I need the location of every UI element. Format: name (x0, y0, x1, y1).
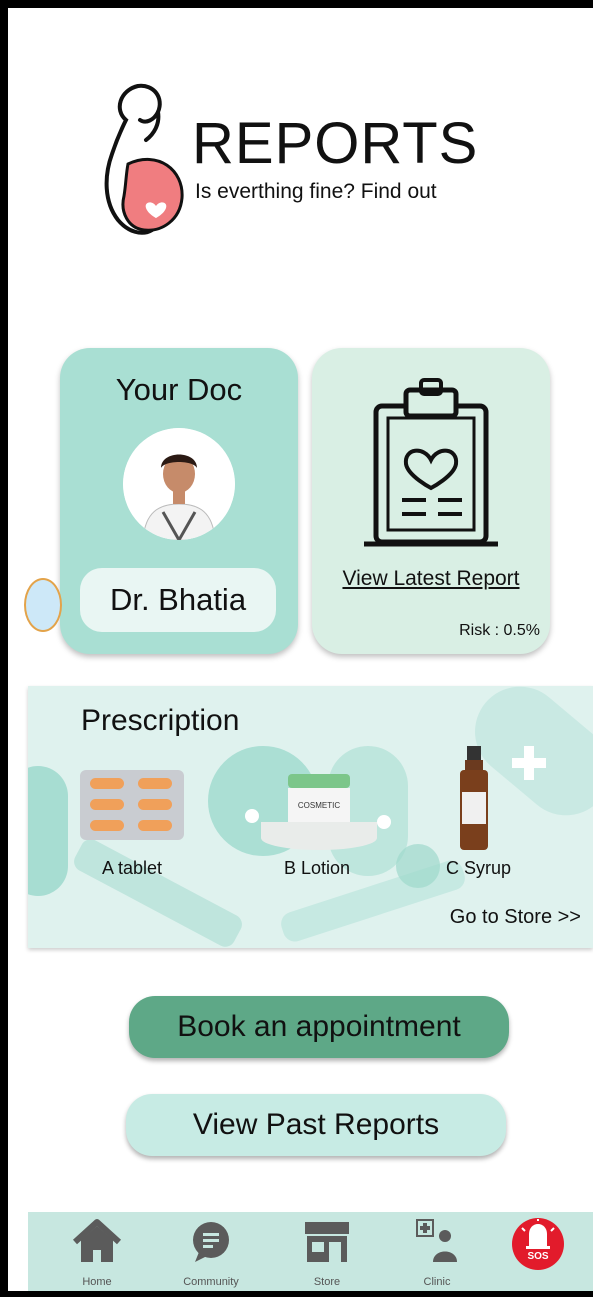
prescription-heading: Prescription (81, 704, 240, 737)
assistant-avatar-icon[interactable] (24, 578, 62, 632)
tablet-strip-image[interactable] (80, 770, 184, 840)
view-past-reports-button[interactable]: View Past Reports (126, 1094, 506, 1156)
nav-store[interactable]: Store (282, 1218, 372, 1288)
go-to-store-link[interactable]: Go to Store >> (450, 906, 581, 929)
your-doc-label: Your Doc (115, 372, 243, 407)
doctor-avatar (123, 428, 235, 540)
home-icon (72, 1219, 122, 1262)
syrup-bottle-image[interactable] (454, 746, 494, 852)
view-latest-report-link[interactable]: View Latest Report (312, 567, 550, 591)
lotion-brand-text: COSMETIC (298, 801, 340, 810)
nav-community[interactable]: Community (166, 1218, 256, 1288)
nav-clinic-label: Clinic (423, 1276, 451, 1288)
pregnant-woman-logo-icon (104, 83, 184, 235)
page-title: REPORTS (192, 111, 479, 176)
page-subtitle: Is everthing fine? Find out (195, 180, 437, 203)
item-label-tablet: A tablet (102, 858, 163, 878)
item-label-syrup: C Syrup (446, 858, 512, 878)
doctor-name: Dr. Bhatia (80, 568, 276, 632)
your-doc-card[interactable]: Your Doc Dr. Bhatia (60, 348, 298, 654)
store-icon (305, 1222, 349, 1262)
lotion-jar-image[interactable]: COSMETIC (244, 766, 394, 852)
sos-button[interactable]: SOS (512, 1218, 564, 1270)
nav-clinic[interactable]: Clinic (392, 1218, 482, 1288)
clinic-icon (416, 1219, 457, 1262)
chat-icon (193, 1222, 229, 1262)
nav-community-label: Community (183, 1276, 239, 1288)
sos-label: SOS (527, 1251, 549, 1262)
latest-report-card[interactable]: View Latest Report Risk : 0.5% (312, 348, 550, 654)
bottom-navigation: Home Community Store Clinic SOS (28, 1212, 593, 1291)
book-appointment-button[interactable]: Book an appointment (129, 996, 509, 1058)
risk-value: Risk : 0.5% (459, 622, 540, 639)
clipboard-report-icon (364, 378, 498, 547)
item-label-lotion: B Lotion (284, 858, 351, 878)
nav-home[interactable]: Home (52, 1218, 142, 1288)
nav-home-label: Home (82, 1276, 112, 1288)
alarm-bell-icon (521, 1219, 555, 1249)
nav-store-label: Store (313, 1276, 341, 1288)
prescription-banner[interactable]: Prescription A tablet COSMETIC B Lotion … (28, 686, 593, 948)
